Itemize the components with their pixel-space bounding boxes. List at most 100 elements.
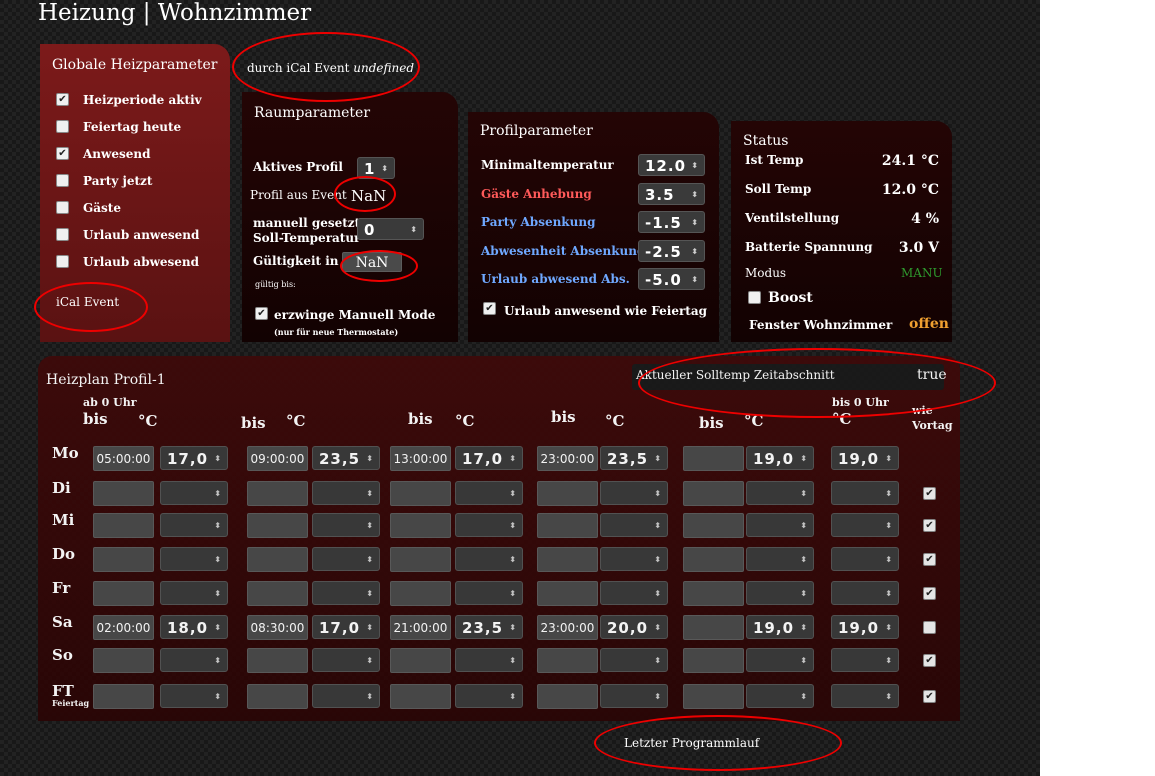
temp-select[interactable]: ⬍ [312,648,380,672]
wie-vortag-checkbox[interactable]: ✔ [923,587,936,600]
temp-select[interactable]: ⬍ [312,547,380,571]
temp-select[interactable]: ⬍ [746,481,814,505]
temp-select[interactable]: ⬍ [831,513,899,537]
time-input[interactable] [247,581,308,606]
temp-select[interactable]: 19,0 ⬍ [831,615,899,639]
temp-select[interactable]: ⬍ [455,547,523,571]
temp-select[interactable]: ⬍ [831,684,899,708]
temp-select[interactable]: ⬍ [455,481,523,505]
time-input[interactable] [247,684,308,709]
temp-select[interactable]: ⬍ [831,581,899,605]
temp-select[interactable]: ⬍ [600,684,668,708]
time-input[interactable] [390,581,451,606]
temp-select[interactable]: ⬍ [160,547,228,571]
time-input[interactable]: 05:00:00 [93,446,154,471]
wie-vortag-checkbox[interactable]: ✔ [923,690,936,703]
time-input[interactable] [93,513,154,538]
temp-select[interactable]: 17,0 ⬍ [160,446,228,470]
time-input[interactable]: 02:00:00 [93,615,154,640]
temp-select[interactable]: ⬍ [160,684,228,708]
global-checkbox-4[interactable] [56,201,69,214]
wie-vortag-checkbox[interactable]: ✔ [923,487,936,500]
temp-select[interactable]: ⬍ [455,513,523,537]
temp-select[interactable]: ⬍ [312,513,380,537]
temp-select[interactable]: 17,0 ⬍ [312,615,380,639]
temp-select[interactable]: ⬍ [600,481,668,505]
temp-select[interactable]: 19,0 ⬍ [746,446,814,470]
erzwinge-checkbox[interactable]: ✔ [255,307,268,320]
temp-select[interactable]: 17,0 ⬍ [455,446,523,470]
global-checkbox-2[interactable]: ✔ [56,147,69,160]
time-input[interactable] [537,513,598,538]
time-input[interactable] [390,684,451,709]
time-input[interactable] [247,547,308,572]
time-input[interactable] [93,581,154,606]
global-checkbox-3[interactable] [56,174,69,187]
temp-select[interactable]: 18,0 ⬍ [160,615,228,639]
temp-select[interactable]: ⬍ [455,581,523,605]
time-input[interactable]: 08:30:00 [247,615,308,640]
temp-select[interactable]: ⬍ [312,481,380,505]
temp-select[interactable]: ⬍ [160,581,228,605]
wie-vortag-checkbox[interactable]: ✔ [923,519,936,532]
temp-select[interactable]: ⬍ [312,684,380,708]
temp-select[interactable]: 23,5 ⬍ [455,615,523,639]
time-input[interactable] [683,684,744,709]
temp-select[interactable]: ⬍ [746,684,814,708]
profil-row-select-1[interactable]: 3.5 ⬍ [638,182,705,205]
global-checkbox-1[interactable] [56,120,69,133]
global-checkbox-6[interactable] [56,255,69,268]
time-input[interactable] [247,648,308,673]
time-input[interactable]: 09:00:00 [247,446,308,471]
profil-row-select-0[interactable]: 12.0 ⬍ [638,154,705,176]
time-input[interactable] [537,648,598,673]
time-input[interactable]: 23:00:00 [537,446,598,471]
temp-select[interactable]: ⬍ [455,648,523,672]
time-input[interactable] [537,547,598,572]
profil-row-select-4[interactable]: -5.0 ⬍ [638,268,705,290]
temp-select[interactable]: ⬍ [746,648,814,672]
global-checkbox-5[interactable] [56,228,69,241]
temp-select[interactable]: ⬍ [831,547,899,571]
temp-select[interactable]: ⬍ [160,648,228,672]
urlaub-feiertag-checkbox[interactable]: ✔ [483,302,496,315]
temp-select[interactable]: ⬍ [600,547,668,571]
time-input[interactable] [93,547,154,572]
boost-checkbox[interactable] [748,291,761,304]
temp-select[interactable]: ⬍ [160,481,228,505]
temp-select[interactable]: ⬍ [600,513,668,537]
profil-row-select-2[interactable]: -1.5 ⬍ [638,211,705,233]
time-input[interactable] [683,547,744,572]
temp-select[interactable]: 19,0 ⬍ [831,446,899,470]
wie-vortag-checkbox[interactable]: ✔ [923,654,936,667]
time-input[interactable] [390,648,451,673]
temp-select[interactable]: ⬍ [746,581,814,605]
manuell-temp-select[interactable]: 0 ⬍ [357,218,424,240]
wie-vortag-checkbox[interactable]: ✔ [923,553,936,566]
time-input[interactable] [683,481,744,506]
gueltigkeit-input[interactable]: NaN [342,252,402,272]
time-input[interactable] [683,615,744,640]
time-input[interactable] [247,481,308,506]
time-input[interactable] [683,446,744,471]
time-input[interactable]: 21:00:00 [390,615,451,640]
temp-select[interactable]: ⬍ [312,581,380,605]
profil-row-select-3[interactable]: -2.5 ⬍ [638,239,705,262]
time-input[interactable] [390,481,451,506]
time-input[interactable] [390,547,451,572]
temp-select[interactable]: 20,0 ⬍ [600,615,668,639]
time-input[interactable] [683,581,744,606]
temp-select[interactable]: 19,0 ⬍ [746,615,814,639]
time-input[interactable] [93,684,154,709]
time-input[interactable] [683,648,744,673]
temp-select[interactable]: 23,5 ⬍ [312,446,380,470]
temp-select[interactable]: ⬍ [455,684,523,708]
time-input[interactable] [247,513,308,538]
temp-select[interactable]: ⬍ [746,513,814,537]
time-input[interactable] [93,648,154,673]
time-input[interactable] [537,684,598,709]
temp-select[interactable]: 23,5 ⬍ [600,446,668,470]
temp-select[interactable]: ⬍ [831,481,899,505]
temp-select[interactable]: ⬍ [831,648,899,672]
temp-select[interactable]: ⬍ [160,513,228,537]
